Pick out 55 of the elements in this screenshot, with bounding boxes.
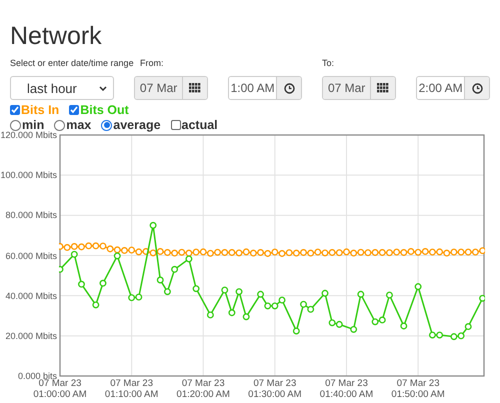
data-point: [156, 276, 164, 284]
axis-label: 100.000 Mbits: [0, 170, 57, 180]
axis-label: 07 Mar 23 01:20:00 AM: [176, 378, 231, 400]
axis-label: 07 Mar 23 01:30:00 AM: [247, 378, 303, 400]
option-label: average: [113, 118, 161, 132]
axis-label: 07 Mar 23 01:10:00 AM: [104, 378, 160, 400]
axis-label: 07 Mar 23 01:50:00 AM: [390, 378, 446, 400]
data-point: [322, 290, 328, 297]
checkbox[interactable]: [69, 105, 80, 115]
range-label: Select or enter date/time range: [10, 58, 135, 69]
axis-label: 20.000 Mbits: [5, 330, 57, 341]
data-point: [414, 283, 422, 290]
data-point: [221, 286, 228, 294]
data-point: [100, 280, 106, 287]
data-point: [59, 266, 64, 273]
series-label: Bits In: [21, 103, 60, 117]
axis-label: 07 Mar 23 01:40:00 AM: [318, 378, 374, 400]
data-point: [192, 285, 200, 292]
data-point: [171, 266, 178, 273]
data-point: [242, 313, 250, 320]
data-point: [464, 323, 472, 330]
radio-button[interactable]: [54, 120, 66, 130]
axis-label: 120.000 Mbits: [0, 130, 57, 140]
data-point: [400, 322, 408, 330]
axis-label: 80.000 Mbits: [5, 210, 57, 220]
option-label: actual: [182, 118, 218, 132]
from-label: From:: [140, 58, 164, 69]
data-point: [292, 328, 300, 334]
data-point: [228, 309, 236, 316]
option-label: max: [66, 118, 92, 132]
data-point: [350, 326, 358, 333]
data-point: [206, 312, 214, 318]
axis-label: 60.000 Mbits: [5, 250, 57, 260]
axis-label: 0.000 bits: [18, 371, 57, 381]
range-select[interactable]: last hour: [10, 76, 114, 100]
radio-button[interactable]: [10, 120, 21, 130]
page-title: Network: [10, 22, 103, 50]
data-point: [92, 301, 100, 308]
data-point: [164, 288, 171, 296]
data-point: [386, 292, 393, 299]
radio-button[interactable]: [101, 120, 112, 130]
option-label: min: [22, 118, 44, 132]
checkbox[interactable]: [10, 105, 20, 115]
data-point: [236, 288, 242, 296]
chevron-icon: [98, 86, 107, 90]
to-label: To:: [322, 58, 336, 69]
data-point: [150, 222, 157, 229]
data-point: [479, 294, 485, 302]
series-label: Bits Out: [80, 103, 129, 117]
data-point: [78, 280, 85, 288]
axis-label: 40.000 Mbits: [5, 290, 57, 301]
axis-label: 07 Mar 23 01:00:00 AM: [33, 378, 88, 400]
data-point: [357, 290, 364, 298]
checkbox[interactable]: [170, 120, 181, 130]
data-point: [257, 290, 264, 298]
